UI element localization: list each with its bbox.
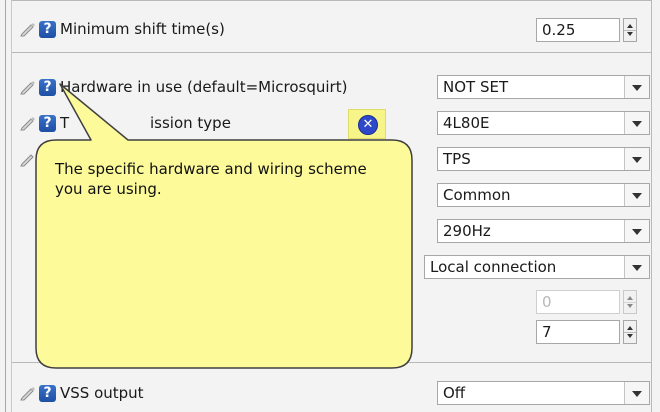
tooltip-text: The specific hardware and wiring scheme … [55, 160, 367, 198]
tooltip-close-button[interactable]: ✕ [348, 109, 386, 139]
close-icon[interactable]: ✕ [358, 115, 378, 135]
tooltip-bubble [35, 83, 413, 369]
